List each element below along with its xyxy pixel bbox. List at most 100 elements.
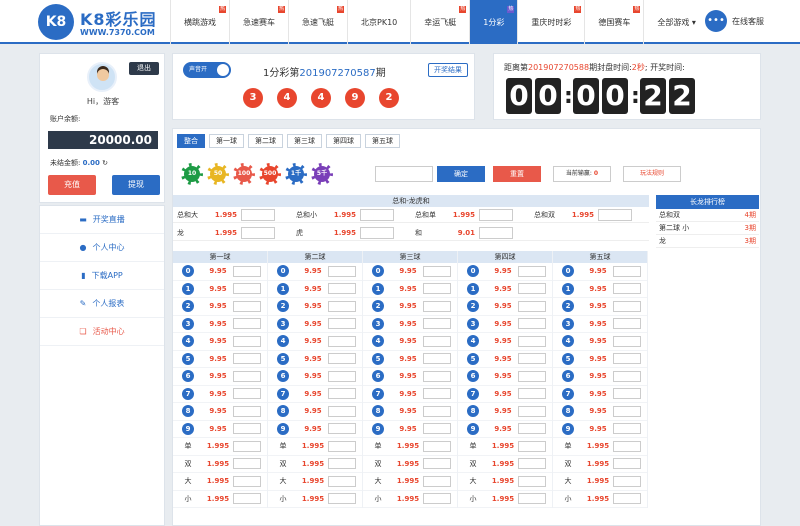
tab[interactable]: 整合 [177, 134, 205, 148]
bet-input[interactable] [233, 370, 261, 382]
nav-item[interactable]: 急速赛车热 [229, 0, 288, 44]
bet-input[interactable] [423, 458, 451, 470]
bet-input[interactable] [233, 335, 261, 347]
nav-item[interactable]: 重庆时时彩热 [517, 0, 584, 44]
bet-input[interactable] [423, 423, 451, 435]
bet-input[interactable] [423, 335, 451, 347]
confirm-button[interactable]: 确定 [437, 166, 485, 182]
menu-item[interactable]: ✎ 个人报表 [40, 290, 164, 318]
bet-input[interactable] [423, 300, 451, 312]
nav-item[interactable]: 急速飞艇热 [288, 0, 347, 44]
bet-input[interactable] [423, 388, 451, 400]
bet-input[interactable] [233, 405, 261, 417]
bet-input[interactable] [233, 475, 261, 487]
bet-input[interactable] [518, 405, 546, 417]
bet-input[interactable] [518, 493, 546, 505]
bet-input[interactable] [518, 300, 546, 312]
bet-input[interactable] [328, 493, 356, 505]
bet-input[interactable] [423, 370, 451, 382]
bet-input[interactable] [613, 265, 641, 277]
menu-item[interactable]: ❏ 活动中心 [40, 318, 164, 346]
bet-input[interactable] [241, 226, 275, 239]
bet-input[interactable] [613, 335, 641, 347]
bet-input[interactable] [518, 440, 546, 452]
nav-item[interactable]: 幸运飞艇热 [410, 0, 469, 44]
bet-input[interactable] [518, 353, 546, 365]
bet-input[interactable] [328, 353, 356, 365]
chip[interactable]: 10 [181, 163, 203, 185]
tab[interactable]: 第四球 [326, 134, 361, 148]
bet-input[interactable] [233, 300, 261, 312]
bet-input[interactable] [423, 475, 451, 487]
menu-item[interactable]: ▮ 下载APP [40, 262, 164, 290]
bet-input[interactable] [328, 475, 356, 487]
support-button[interactable]: ••• 在线客服 [705, 10, 764, 32]
bet-input[interactable] [328, 300, 356, 312]
bet-input[interactable] [518, 475, 546, 487]
bet-input[interactable] [328, 388, 356, 400]
bet-input[interactable] [613, 475, 641, 487]
bet-input[interactable] [233, 493, 261, 505]
bet-input[interactable] [328, 440, 356, 452]
chip[interactable]: 50 [207, 163, 229, 185]
bet-input[interactable] [423, 283, 451, 295]
bet-input[interactable] [241, 208, 275, 221]
bet-input[interactable] [328, 405, 356, 417]
bet-input[interactable] [328, 318, 356, 330]
bet-input[interactable] [360, 226, 394, 239]
bet-input[interactable] [233, 318, 261, 330]
bet-input[interactable] [613, 353, 641, 365]
bet-input[interactable] [233, 283, 261, 295]
bet-input[interactable] [328, 283, 356, 295]
nav-item[interactable]: 1分彩热 [469, 0, 518, 44]
sound-toggle[interactable]: 声音开 [183, 62, 231, 78]
bet-input[interactable] [328, 423, 356, 435]
menu-item[interactable]: ● 个人中心 [40, 234, 164, 262]
reset-button[interactable]: 重置 [493, 166, 541, 182]
logo[interactable]: K8 K8彩乐园 WWW.7370.COM [38, 4, 168, 40]
bet-input[interactable] [518, 370, 546, 382]
bet-input[interactable] [423, 265, 451, 277]
logout-button[interactable]: 退出 [129, 62, 159, 75]
bet-input[interactable] [423, 493, 451, 505]
tab[interactable]: 第三球 [287, 134, 322, 148]
bet-input[interactable] [423, 353, 451, 365]
bet-input[interactable] [613, 388, 641, 400]
tab[interactable]: 第二球 [248, 134, 283, 148]
bet-input[interactable] [233, 458, 261, 470]
bet-input[interactable] [613, 283, 641, 295]
nav-item[interactable]: 德国赛车热 [584, 0, 643, 44]
bet-input[interactable] [598, 208, 632, 221]
nav-item[interactable]: 横跳游戏热 [170, 0, 229, 44]
bet-input[interactable] [233, 265, 261, 277]
tab[interactable]: 第一球 [209, 134, 244, 148]
nav-item[interactable]: 北京PK10 [347, 0, 410, 44]
chip[interactable]: 5千 [311, 163, 333, 185]
bet-input[interactable] [233, 388, 261, 400]
bet-input[interactable] [613, 370, 641, 382]
bet-input[interactable] [479, 208, 513, 221]
bet-input[interactable] [233, 440, 261, 452]
bet-input[interactable] [328, 335, 356, 347]
deposit-button[interactable]: 充值 [48, 175, 96, 195]
chip[interactable]: 100 [233, 163, 255, 185]
nav-item[interactable]: 全部游戏 ▾ [643, 0, 709, 44]
bet-input[interactable] [518, 318, 546, 330]
amount-input[interactable] [375, 166, 433, 182]
bet-input[interactable] [423, 440, 451, 452]
bet-input[interactable] [613, 440, 641, 452]
bet-input[interactable] [613, 300, 641, 312]
bet-input[interactable] [233, 353, 261, 365]
bet-input[interactable] [613, 405, 641, 417]
bet-input[interactable] [613, 423, 641, 435]
withdraw-button[interactable]: 提现 [112, 175, 160, 195]
rules-button[interactable]: 玩法规则 [623, 166, 681, 182]
bet-input[interactable] [360, 208, 394, 221]
bet-input[interactable] [613, 493, 641, 505]
bet-input[interactable] [518, 458, 546, 470]
bet-input[interactable] [328, 370, 356, 382]
chip[interactable]: 500 [259, 163, 281, 185]
tab[interactable]: 第五球 [365, 134, 400, 148]
bet-input[interactable] [328, 265, 356, 277]
bet-input[interactable] [233, 423, 261, 435]
